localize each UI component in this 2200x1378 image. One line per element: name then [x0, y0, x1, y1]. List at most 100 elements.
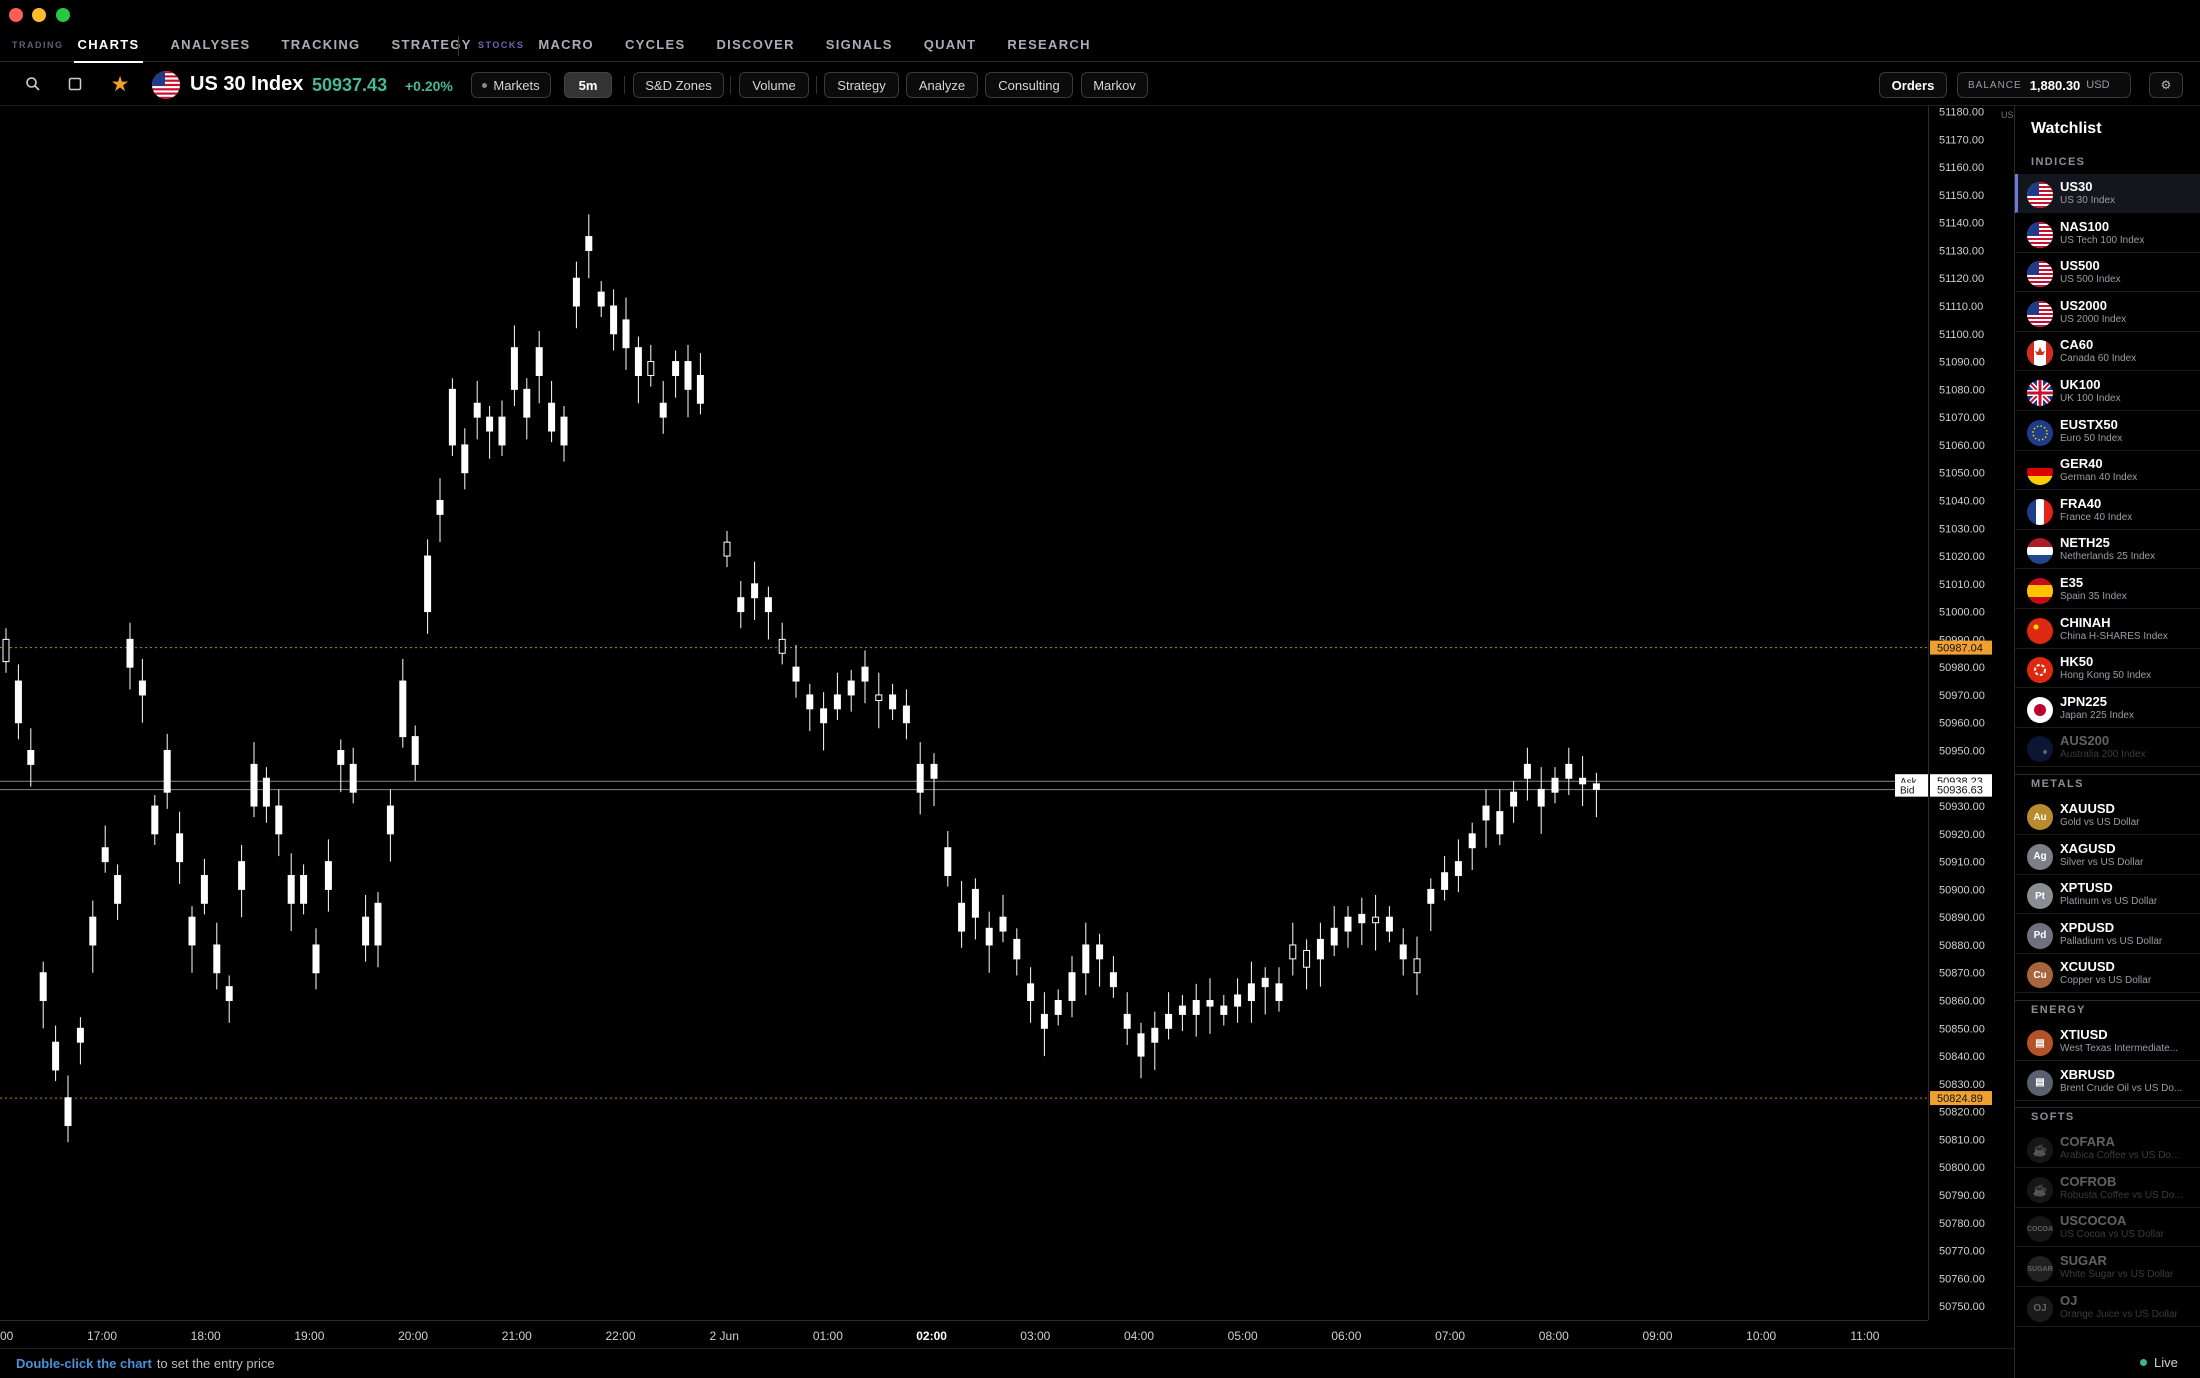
- candle-body: [548, 402, 556, 432]
- live-indicator: Live: [2140, 1355, 2178, 1370]
- watchlist-item-xtiusd[interactable]: ▤ XTIUSD West Texas Intermediate...: [2015, 1022, 2200, 1061]
- candle-body: [723, 541, 731, 557]
- analyze-button[interactable]: Analyze: [906, 72, 978, 98]
- price-axis[interactable]: 50750.00 50760.00 50770.00 50780.00 50790.00…: [1928, 106, 2013, 1320]
- watchlist-item-xbrusd[interactable]: ▤ XBRUSD Brent Crude Oil vs US Do...: [2015, 1062, 2200, 1101]
- status-bar: Double-click the chart to set the entry …: [0, 1348, 2014, 1378]
- watchlist-item-xauusd[interactable]: Au XAUUSD Gold vs US Dollar: [2015, 796, 2200, 835]
- maximize-window-button[interactable]: [56, 8, 70, 22]
- candle-body: [1054, 1000, 1062, 1015]
- watchlist-symbol: COFARA: [2060, 1134, 2115, 1150]
- watchlist-symbol: XBRUSD: [2060, 1066, 2115, 1082]
- watchlist-item-eustx50[interactable]: EUSTX50 Euro 50 Index: [2015, 412, 2200, 451]
- watchlist-item-oj[interactable]: OJ OJ Orange Juice vs US Dollar: [2015, 1288, 2200, 1327]
- watchlist-item-uscocoa[interactable]: COCOA USCOCOA US Cocoa vs US Dollar: [2015, 1208, 2200, 1248]
- candle-body: [597, 291, 605, 307]
- watchlist-item-sugar[interactable]: SUGAR SUGAR White Sugar vs US Dollar: [2015, 1248, 2200, 1287]
- candle-body: [1441, 872, 1449, 890]
- watchlist-item-chinah[interactable]: CHINAH China H-SHARES Index: [2015, 610, 2200, 649]
- pd-badge-icon: Pd: [2027, 922, 2053, 949]
- sd-zones-button[interactable]: S&D Zones: [633, 72, 724, 98]
- jp-flag-icon: [2027, 696, 2053, 723]
- tab-cycles[interactable]: CYCLES: [625, 28, 686, 62]
- candle-body: [1316, 938, 1324, 960]
- watchlist-item-xpdusd[interactable]: Pd XPDUSD Palladium vs US Dollar: [2015, 915, 2200, 954]
- candle-body: [1206, 1000, 1214, 1007]
- watchlist-item-neth25[interactable]: NETH25 Netherlands 25 Index: [2015, 530, 2200, 570]
- us-flag-icon: [152, 71, 180, 99]
- balance-label: BALANCE: [1968, 79, 2022, 91]
- tab-tracking[interactable]: TRACKING: [281, 28, 360, 62]
- candle-body: [1247, 983, 1255, 1002]
- watchlist-item-aus200[interactable]: AUS200 Australia 200 Index: [2015, 728, 2200, 768]
- price-tick-label: 51120.00: [1939, 273, 1984, 285]
- price-tick-label: 50840.00: [1939, 1051, 1985, 1063]
- close-window-button[interactable]: [9, 8, 23, 22]
- tab-strategy[interactable]: STRATEGY: [391, 28, 471, 62]
- candle-body: [386, 805, 394, 835]
- orders-button[interactable]: Orders: [1879, 72, 1947, 98]
- watchlist-description: White Sugar vs US Dollar: [2060, 1269, 2174, 1280]
- candle-body: [1496, 811, 1504, 835]
- candle-body: [1330, 927, 1338, 946]
- tab-quant[interactable]: QUANT: [924, 28, 977, 62]
- volume-button[interactable]: Volume: [739, 72, 809, 98]
- watchlist-title: Watchlist: [2031, 120, 2102, 137]
- watchlist-item-xagusd[interactable]: Ag XAGUSD Silver vs US Dollar: [2015, 836, 2200, 875]
- watchlist-symbol: CA60: [2060, 337, 2094, 353]
- watchlist-item-hk50[interactable]: HK50 Hong Kong 50 Index: [2015, 649, 2200, 689]
- watchlist-symbol: NAS100: [2060, 218, 2110, 234]
- tab-analyses[interactable]: ANALYSES: [170, 28, 250, 62]
- time-tick-label: 08:00: [1539, 1329, 1569, 1343]
- time-axis[interactable]: 00 17:00 18:00 19:00 20:00 21:00 22:00 2 Jun 01:…: [0, 1320, 1928, 1348]
- watchlist-item-ca60[interactable]: CA60 Canada 60 Index: [2015, 332, 2200, 372]
- candle-body: [151, 805, 159, 835]
- watchlist-item-jpn225[interactable]: JPN225 Japan 225 Index: [2015, 689, 2200, 728]
- tab-charts[interactable]: CHARTS: [73, 28, 144, 63]
- watchlist-item-us30[interactable]: US30 US 30 Index: [2015, 174, 2200, 213]
- watchlist-description: Hong Kong 50 Index: [2060, 670, 2152, 682]
- watchlist-item-cofrob[interactable]: ☕ COFROB Robusta Coffee vs US Do...: [2015, 1169, 2200, 1208]
- tab-discover[interactable]: DISCOVER: [716, 28, 794, 62]
- watchlist-item-xcuusd[interactable]: Cu XCUUSD Copper vs US Dollar: [2015, 954, 2200, 994]
- price-tick-label: 50790.00: [1939, 1190, 1985, 1202]
- strategy-button[interactable]: Strategy: [824, 72, 899, 98]
- markov-button[interactable]: Markov: [1081, 72, 1148, 98]
- symbol-name[interactable]: US 30 Index: [190, 73, 303, 96]
- watchlist-item-ger40[interactable]: GER40 German 40 Index: [2015, 451, 2200, 491]
- timeframe-button[interactable]: 5m: [564, 72, 612, 98]
- watchlist-item-uk100[interactable]: UK100 UK 100 Index: [2015, 372, 2200, 411]
- watchlist-symbol: EUSTX50: [2060, 416, 2118, 432]
- minimize-window-button[interactable]: [32, 8, 46, 22]
- price-tick-label: 50770.00: [1939, 1246, 1985, 1258]
- watchlist-section-softs: SOFTS: [2031, 1111, 2075, 1124]
- candle-body: [1178, 1005, 1186, 1015]
- watchlist-item-us500[interactable]: US500 US 500 Index: [2015, 253, 2200, 293]
- consulting-button[interactable]: Consulting: [985, 72, 1073, 98]
- candle-body: [833, 694, 841, 710]
- candle-body: [1289, 944, 1297, 960]
- time-tick-label: 21:00: [502, 1329, 532, 1343]
- watchlist-item-xptusd[interactable]: Pt XPTUSD Platinum vs US Dollar: [2015, 875, 2200, 915]
- tab-macro[interactable]: MACRO: [538, 28, 594, 62]
- watchlist-description: Canada 60 Index: [2060, 353, 2137, 365]
- candle-body: [486, 416, 494, 432]
- watchlist-item-cofara[interactable]: ☕ COFARA Arabica Coffee vs US Do...: [2015, 1129, 2200, 1169]
- title-bar: [0, 0, 2200, 28]
- candle-body: [2, 638, 10, 663]
- watchlist-description: Gold vs US Dollar: [2060, 817, 2140, 828]
- star-icon[interactable]: ★: [108, 72, 132, 96]
- watchlist-item-fra40[interactable]: FRA40 France 40 Index: [2015, 491, 2200, 530]
- watchlist-section-indices: INDICES: [2031, 156, 2086, 168]
- tab-research[interactable]: RESEARCH: [1007, 28, 1090, 62]
- tab-signals[interactable]: SIGNALS: [826, 28, 893, 62]
- time-tick-label: 09:00: [1642, 1329, 1672, 1343]
- watchlist-item-us2000[interactable]: US2000 US 2000 Index: [2015, 293, 2200, 332]
- square-icon[interactable]: [63, 72, 87, 96]
- markets-button[interactable]: Markets: [471, 72, 551, 98]
- settings-button[interactable]: ⚙: [2149, 72, 2183, 98]
- watchlist-item-nas100[interactable]: NAS100 US Tech 100 Index: [2015, 214, 2200, 253]
- search-icon[interactable]: [21, 72, 45, 96]
- watchlist-item-e35[interactable]: E35 Spain 35 Index: [2015, 570, 2200, 609]
- price-chart[interactable]: AskBid: [0, 106, 1928, 1320]
